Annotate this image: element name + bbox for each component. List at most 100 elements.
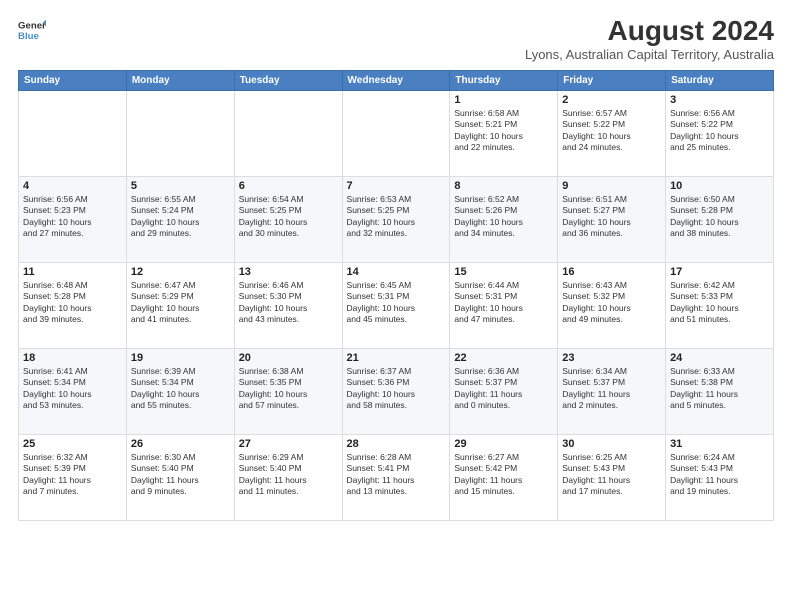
day-info: Sunrise: 6:27 AM Sunset: 5:42 PM Dayligh… [454,452,553,498]
table-cell: 1 Sunrise: 6:58 AM Sunset: 5:21 PM Daylig… [450,90,558,176]
table-cell: 21Sunrise: 6:37 AM Sunset: 5:36 PM Dayli… [342,348,450,434]
table-cell: 16Sunrise: 6:43 AM Sunset: 5:32 PM Dayli… [558,262,666,348]
day-number: 25 [23,438,122,450]
day-info: Sunrise: 6:52 AM Sunset: 5:26 PM Dayligh… [454,194,553,240]
day-info: Sunrise: 6:53 AM Sunset: 5:25 PM Dayligh… [347,194,446,240]
table-cell: 13 Sunrise: 6:46 AM Sunset: 5:30 PM Dayli… [234,262,342,348]
day-info: Sunrise: 6:46 AM Sunset: 5:30 PM Dayligh… [239,280,338,326]
col-tuesday: Tuesday [234,70,342,90]
day-info: Sunrise: 6:34 AM Sunset: 5:37 PM Dayligh… [562,366,661,412]
table-cell: 17Sunrise: 6:42 AM Sunset: 5:33 PM Dayli… [666,262,774,348]
table-cell: 12Sunrise: 6:47 AM Sunset: 5:29 PM Dayli… [126,262,234,348]
table-cell [342,90,450,176]
day-number: 12 [131,266,230,278]
day-info: Sunrise: 6:51 AM Sunset: 5:27 PM Dayligh… [562,194,661,240]
day-number: 7 [347,180,446,192]
table-cell: 30 Sunrise: 6:25 AM Sunset: 5:43 PM Dayli… [558,434,666,520]
col-saturday: Saturday [666,70,774,90]
table-cell: 26 Sunrise: 6:30 AM Sunset: 5:40 PM Dayli… [126,434,234,520]
table-cell: 8 Sunrise: 6:52 AM Sunset: 5:26 PM Daylig… [450,176,558,262]
table-cell: 25 Sunrise: 6:32 AM Sunset: 5:39 PM Dayli… [19,434,127,520]
table-cell: 15 Sunrise: 6:44 AM Sunset: 5:31 PM Dayli… [450,262,558,348]
table-cell: 24 Sunrise: 6:33 AM Sunset: 5:38 PM Dayli… [666,348,774,434]
day-info: Sunrise: 6:42 AM Sunset: 5:33 PM Dayligh… [670,280,769,326]
day-number: 28 [347,438,446,450]
day-number: 15 [454,266,553,278]
svg-text:Blue: Blue [18,31,39,42]
day-info: Sunrise: 6:32 AM Sunset: 5:39 PM Dayligh… [23,452,122,498]
day-info: Sunrise: 6:37 AM Sunset: 5:36 PM Dayligh… [347,366,446,412]
week-row-2: 4 Sunrise: 6:56 AM Sunset: 5:23 PM Daylig… [19,176,774,262]
day-number: 30 [562,438,661,450]
day-number: 2 [562,94,661,106]
day-number: 9 [562,180,661,192]
day-number: 31 [670,438,769,450]
day-info: Sunrise: 6:57 AM Sunset: 5:22 PM Dayligh… [562,108,661,154]
day-info: Sunrise: 6:30 AM Sunset: 5:40 PM Dayligh… [131,452,230,498]
col-friday: Friday [558,70,666,90]
day-info: Sunrise: 6:44 AM Sunset: 5:31 PM Dayligh… [454,280,553,326]
day-info: Sunrise: 6:28 AM Sunset: 5:41 PM Dayligh… [347,452,446,498]
day-number: 14 [347,266,446,278]
day-info: Sunrise: 6:54 AM Sunset: 5:25 PM Dayligh… [239,194,338,240]
table-cell: 27Sunrise: 6:29 AM Sunset: 5:40 PM Dayli… [234,434,342,520]
week-row-1: 1 Sunrise: 6:58 AM Sunset: 5:21 PM Daylig… [19,90,774,176]
day-info: Sunrise: 6:33 AM Sunset: 5:38 PM Dayligh… [670,366,769,412]
day-info: Sunrise: 6:39 AM Sunset: 5:34 PM Dayligh… [131,366,230,412]
table-cell: 19 Sunrise: 6:39 AM Sunset: 5:34 PM Dayli… [126,348,234,434]
table-cell: 9 Sunrise: 6:51 AM Sunset: 5:27 PM Daylig… [558,176,666,262]
week-row-5: 25 Sunrise: 6:32 AM Sunset: 5:39 PM Dayli… [19,434,774,520]
day-number: 18 [23,352,122,364]
day-info: Sunrise: 6:43 AM Sunset: 5:32 PM Dayligh… [562,280,661,326]
logo: General Blue [18,16,46,44]
day-number: 26 [131,438,230,450]
col-sunday: Sunday [19,70,127,90]
table-cell: 23 Sunrise: 6:34 AM Sunset: 5:37 PM Dayli… [558,348,666,434]
day-info: Sunrise: 6:50 AM Sunset: 5:28 PM Dayligh… [670,194,769,240]
day-number: 13 [239,266,338,278]
col-monday: Monday [126,70,234,90]
day-number: 3 [670,94,769,106]
day-info: Sunrise: 6:56 AM Sunset: 5:22 PM Dayligh… [670,108,769,154]
day-number: 4 [23,180,122,192]
day-info: Sunrise: 6:45 AM Sunset: 5:31 PM Dayligh… [347,280,446,326]
table-cell: 28 Sunrise: 6:28 AM Sunset: 5:41 PM Dayli… [342,434,450,520]
day-number: 24 [670,352,769,364]
table-cell [126,90,234,176]
day-number: 1 [454,94,553,106]
table-cell: 11 Sunrise: 6:48 AM Sunset: 5:28 PM Dayli… [19,262,127,348]
day-number: 8 [454,180,553,192]
table-cell [19,90,127,176]
day-info: Sunrise: 6:48 AM Sunset: 5:28 PM Dayligh… [23,280,122,326]
logo-icon: General Blue [18,16,46,44]
day-number: 29 [454,438,553,450]
table-cell [234,90,342,176]
table-cell: 2 Sunrise: 6:57 AM Sunset: 5:22 PM Daylig… [558,90,666,176]
table-cell: 29 Sunrise: 6:27 AM Sunset: 5:42 PM Dayli… [450,434,558,520]
week-row-3: 11 Sunrise: 6:48 AM Sunset: 5:28 PM Dayli… [19,262,774,348]
location: Lyons, Australian Capital Territory, Aus… [525,47,774,62]
table-cell: 6Sunrise: 6:54 AM Sunset: 5:25 PM Daylig… [234,176,342,262]
table-cell: 4 Sunrise: 6:56 AM Sunset: 5:23 PM Daylig… [19,176,127,262]
day-number: 11 [23,266,122,278]
day-info: Sunrise: 6:38 AM Sunset: 5:35 PM Dayligh… [239,366,338,412]
page: General Blue August 2024 Lyons, Australi… [0,0,792,612]
day-info: Sunrise: 6:58 AM Sunset: 5:21 PM Dayligh… [454,108,553,154]
day-number: 23 [562,352,661,364]
header-row: Sunday Monday Tuesday Wednesday Thursday… [19,70,774,90]
table-cell: 7 Sunrise: 6:53 AM Sunset: 5:25 PM Daylig… [342,176,450,262]
table-cell: 20Sunrise: 6:38 AM Sunset: 5:35 PM Dayli… [234,348,342,434]
table-cell: 14 Sunrise: 6:45 AM Sunset: 5:31 PM Dayli… [342,262,450,348]
month-year: August 2024 [525,16,774,47]
day-number: 19 [131,352,230,364]
day-info: Sunrise: 6:25 AM Sunset: 5:43 PM Dayligh… [562,452,661,498]
title-block: August 2024 Lyons, Australian Capital Te… [525,16,774,62]
table-cell: 10Sunrise: 6:50 AM Sunset: 5:28 PM Dayli… [666,176,774,262]
svg-text:General: General [18,20,46,31]
day-info: Sunrise: 6:55 AM Sunset: 5:24 PM Dayligh… [131,194,230,240]
col-wednesday: Wednesday [342,70,450,90]
table-cell: 22Sunrise: 6:36 AM Sunset: 5:37 PM Dayli… [450,348,558,434]
day-info: Sunrise: 6:36 AM Sunset: 5:37 PM Dayligh… [454,366,553,412]
col-thursday: Thursday [450,70,558,90]
day-info: Sunrise: 6:56 AM Sunset: 5:23 PM Dayligh… [23,194,122,240]
